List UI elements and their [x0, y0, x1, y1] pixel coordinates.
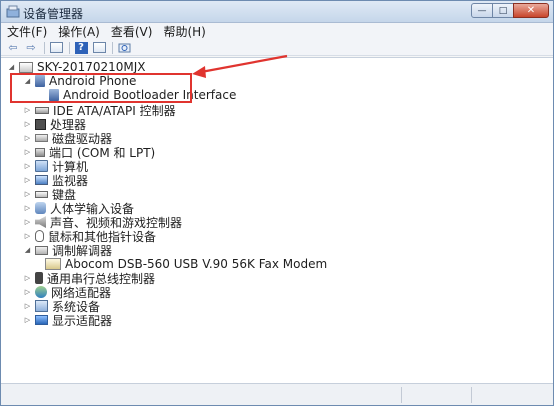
- show-hide-console-tree-button[interactable]: [49, 41, 63, 54]
- expand-icon[interactable]: ▷: [23, 190, 32, 199]
- toolbar-separator: [112, 41, 113, 54]
- hid-icon: [35, 202, 46, 214]
- help-button[interactable]: ?: [74, 41, 88, 54]
- modem-icon: [35, 245, 48, 255]
- expand-icon[interactable]: ▷: [23, 274, 32, 283]
- menu-help[interactable]: 帮助(H): [163, 23, 205, 40]
- tree-node-ports[interactable]: ▷ 端口 (COM 和 LPT): [23, 145, 155, 160]
- menu-file[interactable]: 文件(F): [7, 23, 47, 40]
- network-icon: [35, 286, 47, 298]
- expand-icon[interactable]: ▷: [23, 204, 32, 213]
- expand-icon[interactable]: ▷: [23, 316, 32, 325]
- processor-icon: [35, 118, 46, 130]
- fax-modem-icon: [45, 258, 61, 270]
- tree-node-ide[interactable]: ▷ IDE ATA/ATAPI 控制器: [23, 103, 176, 118]
- annotation-arrow-icon: [192, 54, 288, 78]
- expand-icon[interactable]: ▷: [23, 176, 32, 185]
- device-tree: ◢ SKY-20170210MJX ◢ Android Phone Androi…: [1, 57, 553, 383]
- expand-icon[interactable]: ▷: [23, 148, 32, 157]
- minimize-button[interactable]: —: [471, 3, 493, 18]
- system-devices-icon: [35, 300, 48, 312]
- menu-view[interactable]: 查看(V): [111, 23, 153, 40]
- port-icon: [35, 147, 45, 157]
- window-controls: — □ ✕: [471, 3, 549, 19]
- title-bar[interactable]: 设备管理器 — □ ✕: [1, 1, 553, 23]
- properties-icon: [92, 42, 106, 53]
- expand-icon[interactable]: ▷: [23, 106, 32, 115]
- display-adapter-icon: [35, 315, 48, 325]
- tree-node-display[interactable]: ▷ 显示适配器: [23, 313, 113, 328]
- properties-button[interactable]: [92, 41, 106, 54]
- console-tree-icon: [49, 42, 63, 53]
- keyboard-icon: [35, 190, 48, 198]
- scan-hardware-button[interactable]: [117, 41, 131, 54]
- expand-icon[interactable]: ▷: [23, 302, 32, 311]
- ide-controller-icon: [35, 106, 49, 114]
- menu-bar: 文件(F) 操作(A) 查看(V) 帮助(H): [1, 23, 553, 40]
- usb-icon: [35, 272, 43, 284]
- expand-icon[interactable]: ▷: [23, 162, 32, 171]
- tree-node-label: 显示适配器: [52, 313, 113, 328]
- status-cell: [401, 387, 471, 403]
- collapse-icon[interactable]: ◢: [23, 246, 32, 255]
- mouse-icon: [35, 230, 44, 242]
- computer-icon: [35, 160, 48, 172]
- tree-node-modem[interactable]: ◢ 调制解调器: [23, 243, 113, 258]
- toolbar-separator: [44, 41, 45, 54]
- computer-host-icon: [19, 61, 33, 73]
- expand-icon[interactable]: ▷: [23, 218, 32, 227]
- toolbar-separator: [69, 41, 70, 54]
- close-button[interactable]: ✕: [513, 3, 549, 18]
- tree-node-label: 调制解调器: [52, 243, 113, 258]
- expand-icon[interactable]: ▷: [23, 232, 32, 241]
- device-manager-icon: [6, 5, 20, 18]
- annotation-highlight-box: [10, 73, 192, 103]
- monitor-icon: [35, 175, 48, 185]
- disk-drive-icon: [35, 134, 48, 142]
- menu-action[interactable]: 操作(A): [58, 23, 100, 40]
- forward-arrow-icon[interactable]: ⇨: [24, 41, 38, 54]
- tree-node-label: SKY-20170210MJX: [37, 60, 146, 74]
- device-manager-window: 设备管理器 — □ ✕ 文件(F) 操作(A) 查看(V) 帮助(H) ⇦ ⇨ …: [0, 0, 554, 406]
- tree-node-root[interactable]: ◢ SKY-20170210MJX: [7, 60, 146, 74]
- status-cell: [471, 387, 551, 403]
- expand-icon[interactable]: ▷: [23, 120, 32, 129]
- status-bar: [1, 383, 553, 405]
- maximize-button[interactable]: □: [492, 3, 514, 18]
- back-arrow-icon[interactable]: ⇦: [6, 41, 20, 54]
- speaker-icon: [35, 216, 46, 228]
- help-icon: ?: [74, 41, 88, 54]
- expand-icon[interactable]: ▷: [23, 134, 32, 143]
- expand-icon[interactable]: ▷: [23, 288, 32, 297]
- collapse-icon[interactable]: ◢: [7, 63, 16, 72]
- scan-hardware-icon: [118, 43, 130, 52]
- window-title: 设备管理器: [23, 7, 84, 21]
